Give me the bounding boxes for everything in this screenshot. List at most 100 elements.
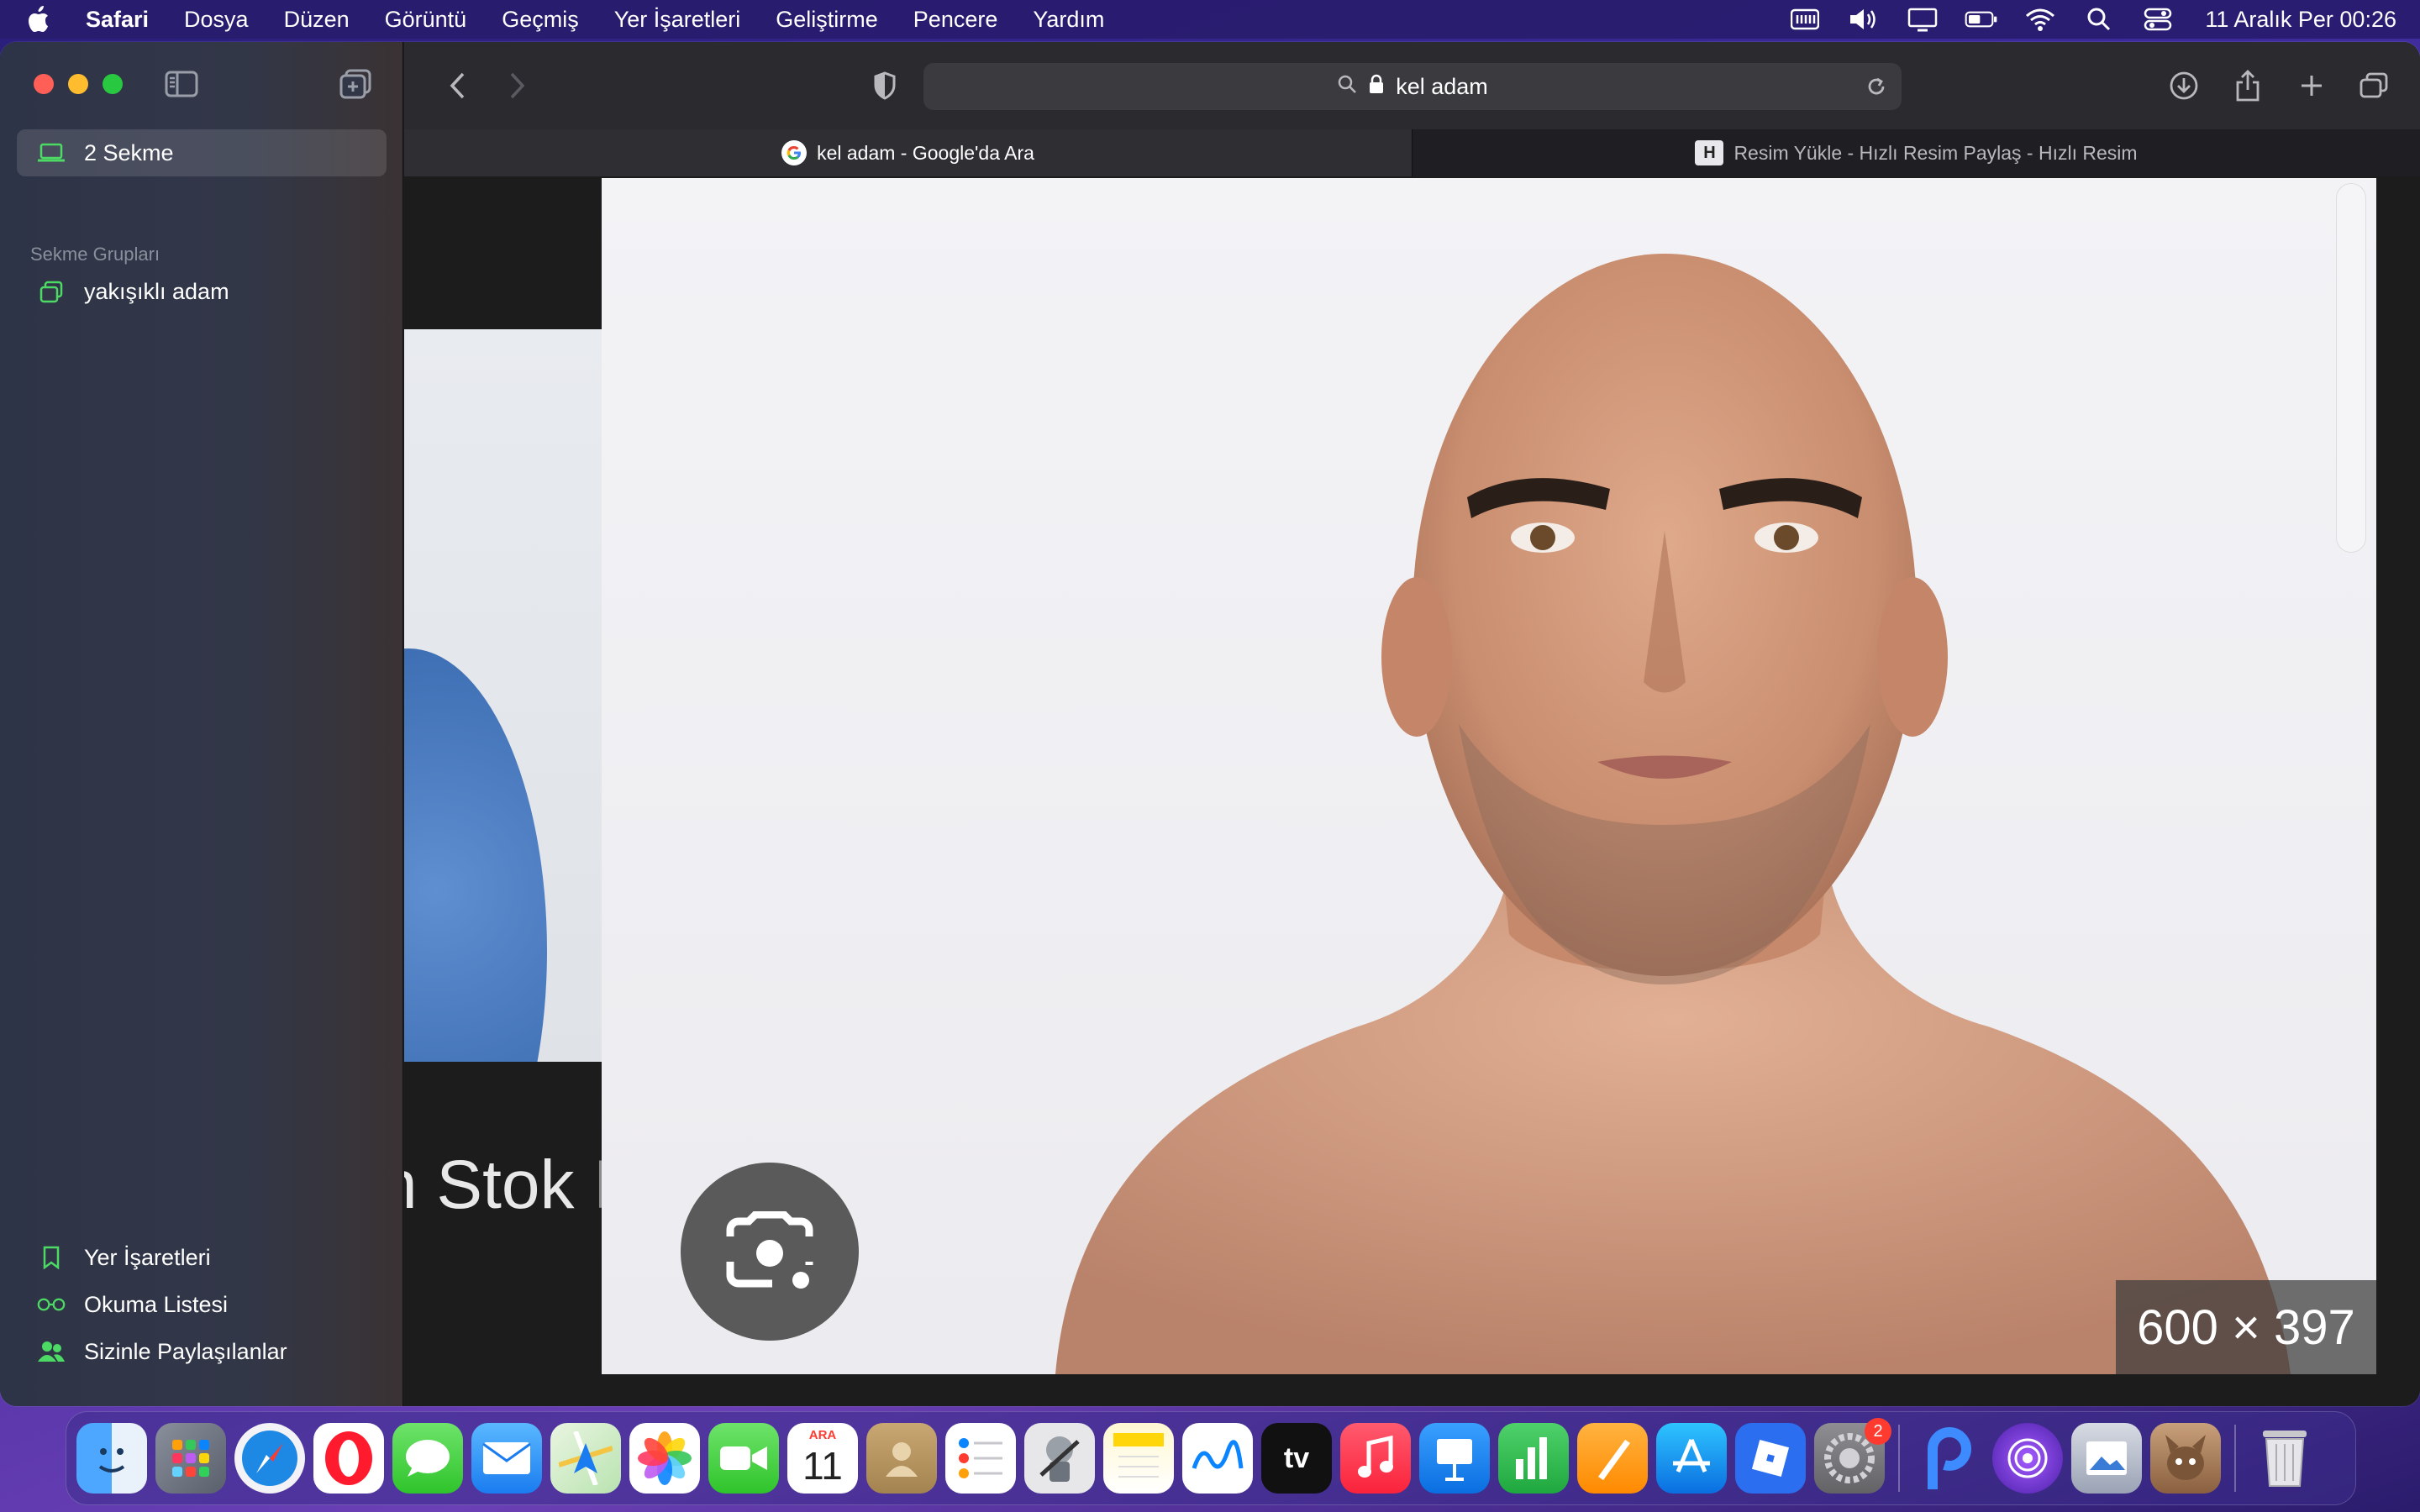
zoom-window-button[interactable]	[103, 74, 123, 94]
mail-icon[interactable]	[471, 1423, 542, 1494]
share-icon[interactable]	[2229, 67, 2266, 104]
facetime-icon[interactable]	[708, 1423, 779, 1494]
mascot-app-icon[interactable]	[2150, 1423, 2221, 1494]
menu-app-safari[interactable]: Safari	[86, 7, 149, 33]
lens-camera-icon	[726, 1211, 813, 1289]
automator-icon[interactable]	[1024, 1423, 1095, 1494]
keynote-icon[interactable]	[1419, 1423, 1490, 1494]
music-icon[interactable]	[1340, 1423, 1411, 1494]
menu-yer-isaretleri[interactable]: Yer İşaretleri	[614, 7, 741, 33]
pages-icon[interactable]	[1577, 1423, 1648, 1494]
dock-separator	[1898, 1425, 1900, 1492]
launchpad-icon[interactable]	[155, 1423, 226, 1494]
laptop-icon	[37, 140, 66, 165]
hizli-resim-favicon-icon: H	[1695, 140, 1724, 165]
new-tab-group-icon[interactable]	[338, 67, 375, 101]
tab-image-upload[interactable]: H Resim Yükle - Hızlı Resim Paylaş - Hız…	[1413, 129, 2420, 176]
result-thumbnail[interactable]	[404, 329, 602, 1062]
menu-goruntu[interactable]: Görüntü	[385, 7, 467, 33]
lock-icon	[1369, 74, 1384, 100]
safari-icon[interactable]	[234, 1423, 305, 1494]
menu-gelistirme[interactable]: Geliştirme	[776, 7, 878, 33]
keyboard-input-icon[interactable]	[1788, 7, 1822, 32]
photos-icon[interactable]	[629, 1423, 700, 1494]
notification-badge: 2	[1865, 1418, 1891, 1445]
sidebar-item-label: 2 Sekme	[84, 139, 174, 165]
close-window-button[interactable]	[34, 74, 54, 94]
apple-tv-icon[interactable]: tv	[1261, 1423, 1332, 1494]
app-store-icon[interactable]	[1656, 1423, 1727, 1494]
new-tab-icon[interactable]	[2293, 67, 2330, 104]
sidebar-item-reading-list[interactable]: Okuma Listesi	[37, 1292, 287, 1317]
dock: ARA 11 tv 2	[66, 1411, 2356, 1505]
portrait-illustration	[1055, 254, 2291, 1374]
messages-icon[interactable]	[392, 1423, 463, 1494]
volume-icon[interactable]	[1847, 7, 1881, 32]
sidebar-item-label: Yer İşaretleri	[84, 1244, 211, 1270]
tor-browser-icon[interactable]	[1992, 1423, 2063, 1494]
system-settings-icon[interactable]: 2	[1814, 1418, 1891, 1494]
calendar-month: ARA	[808, 1428, 837, 1442]
tab-overview-icon[interactable]	[2355, 67, 2392, 104]
display-mirroring-icon[interactable]	[1906, 7, 1939, 32]
tab-groups-heading: Sekme Grupları	[30, 244, 160, 265]
tab-group-icon	[37, 280, 66, 305]
sidebar-item-tab-group[interactable]: yakışıklı adam	[37, 279, 229, 305]
menu-clock[interactable]: 11 Aralık Per 00:26	[2205, 7, 2396, 33]
results-panel-background	[404, 176, 602, 328]
preview-image[interactable]: 600 × 397	[602, 178, 2376, 1374]
maps-icon[interactable]	[550, 1423, 621, 1494]
roblox-icon[interactable]	[1735, 1423, 1806, 1494]
control-center-icon[interactable]	[2141, 7, 2175, 32]
menu-duzen[interactable]: Düzen	[284, 7, 350, 33]
battery-icon[interactable]	[1965, 7, 1998, 32]
menu-yardim[interactable]: Yardım	[1033, 7, 1104, 33]
reading-glasses-icon	[37, 1292, 66, 1317]
window-controls	[34, 74, 123, 94]
sidebar-item-shared-with-you[interactable]: Sizinle Paylaşılanlar	[37, 1339, 287, 1364]
numbers-icon[interactable]	[1498, 1423, 1569, 1494]
sidebar-bottom-list: Yer İşaretleri Okuma Listesi Sizinle Pay…	[37, 1245, 287, 1364]
google-lens-button[interactable]	[681, 1163, 859, 1341]
sidebar-toggle-icon[interactable]	[163, 67, 200, 101]
forward-button[interactable]	[498, 67, 535, 104]
freeform-icon[interactable]	[1182, 1423, 1253, 1494]
opera-icon[interactable]	[313, 1423, 384, 1494]
picsart-icon[interactable]	[1913, 1423, 1984, 1494]
google-favicon-icon	[781, 140, 808, 165]
wifi-icon[interactable]	[2023, 7, 2057, 32]
contacts-icon[interactable]	[866, 1423, 937, 1494]
reminders-icon[interactable]	[945, 1423, 1016, 1494]
reload-icon[interactable]	[1865, 75, 1888, 104]
finder-icon[interactable]	[76, 1423, 147, 1494]
thumbnail-blue-shirt	[404, 648, 547, 1062]
menu-gecmis[interactable]: Geçmiş	[502, 7, 579, 33]
menu-dosya[interactable]: Dosya	[184, 7, 249, 33]
notes-icon[interactable]	[1103, 1423, 1174, 1494]
minimize-window-button[interactable]	[68, 74, 88, 94]
menu-pencere[interactable]: Pencere	[913, 7, 998, 33]
tab-title: kel adam - Google'da Ara	[817, 141, 1034, 164]
browser-toolbar: kel adam	[404, 42, 2420, 129]
preview-icon[interactable]	[2071, 1423, 2142, 1494]
shared-people-icon	[37, 1339, 66, 1364]
sidebar-item-bookmarks[interactable]: Yer İşaretleri	[37, 1245, 287, 1270]
trash-icon[interactable]	[2249, 1423, 2320, 1494]
tab-title: Resim Yükle - Hızlı Resim Paylaş - Hızlı…	[1733, 141, 2138, 164]
vertical-scrollbar[interactable]	[2336, 183, 2366, 553]
address-bar[interactable]: kel adam	[923, 63, 1902, 110]
apple-menu-icon[interactable]	[24, 3, 52, 35]
downloads-icon[interactable]	[2165, 67, 2202, 104]
calendar-icon[interactable]: ARA 11	[787, 1423, 858, 1494]
back-button[interactable]	[439, 67, 476, 104]
sidebar: 2 Sekme Sekme Grupları yakışıklı adam Ye…	[0, 42, 403, 1406]
sidebar-item-label: Okuma Listesi	[84, 1291, 229, 1317]
sidebar-item-tabs[interactable]: 2 Sekme	[17, 129, 387, 176]
safari-window: 2 Sekme Sekme Grupları yakışıklı adam Ye…	[0, 42, 2420, 1406]
address-text: kel adam	[1396, 73, 1488, 99]
sidebar-item-label: Sizinle Paylaşılanlar	[84, 1338, 287, 1364]
spotlight-search-icon[interactable]	[2082, 7, 2116, 32]
privacy-shield-icon[interactable]	[866, 67, 903, 104]
tab-google-search[interactable]: kel adam - Google'da Ara	[404, 129, 1413, 176]
page-content: n Stok F	[404, 176, 2420, 1406]
